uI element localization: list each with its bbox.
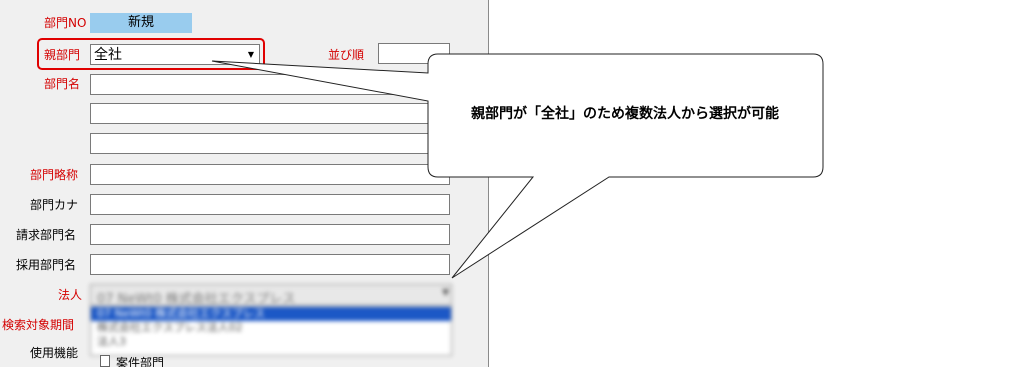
callout-balloon [211, 53, 824, 279]
callout-shape [211, 53, 824, 279]
callout-text: 親部門が「全社」のため複数法人から選択が可能 [471, 106, 779, 122]
